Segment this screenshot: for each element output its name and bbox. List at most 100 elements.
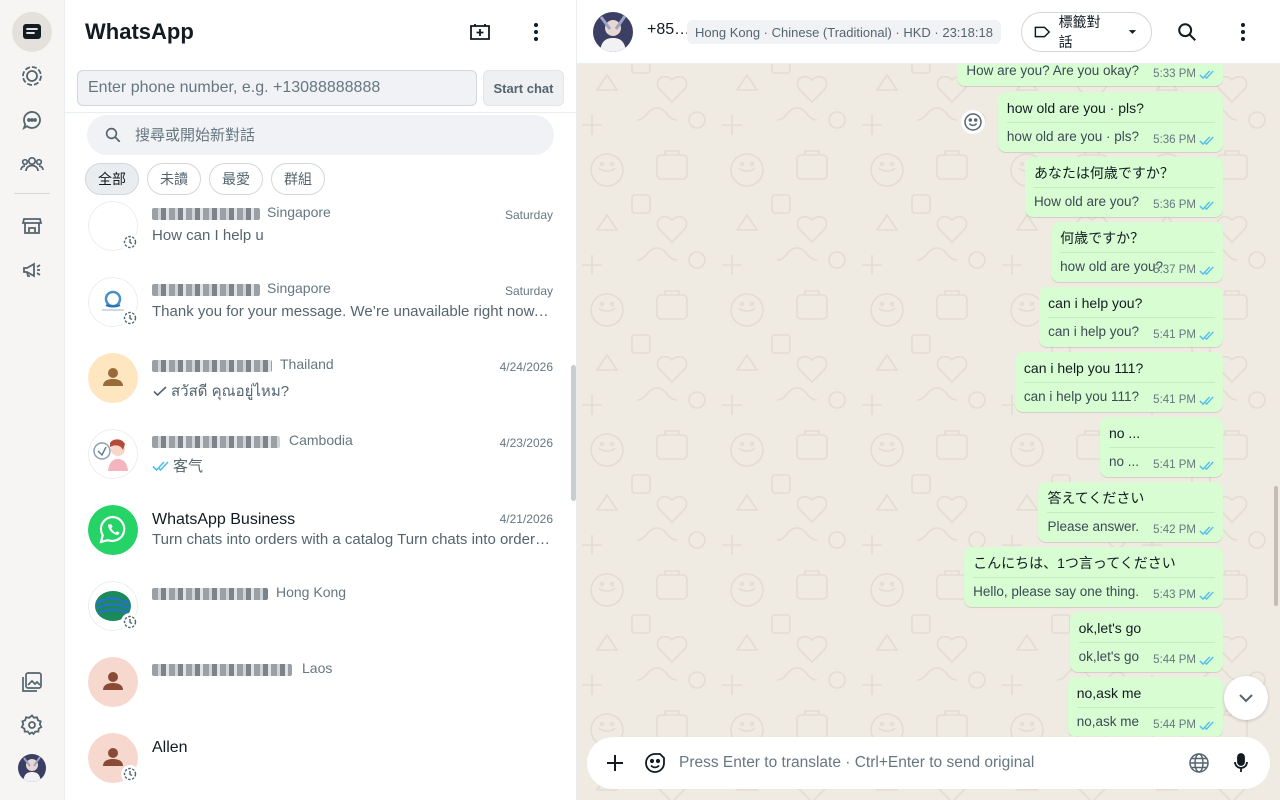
chat-list-scrollbar[interactable] bbox=[571, 365, 576, 501]
message-meta: 5:42 PM bbox=[1153, 524, 1215, 536]
message-time: 5:41 PM bbox=[1153, 329, 1196, 341]
message-separator bbox=[1076, 707, 1215, 708]
redacted-phone bbox=[152, 360, 272, 372]
phone-number-input[interactable] bbox=[77, 70, 477, 106]
message-bubble[interactable]: how old are you · pls? how old are you ·… bbox=[997, 92, 1223, 152]
contact-country: Cambodia bbox=[289, 432, 353, 448]
read-receipt-icon bbox=[1199, 265, 1214, 275]
chat-row[interactable]: Hong Kong bbox=[65, 581, 565, 657]
message-bubble[interactable]: ok,let's go ok,let's go 5:44 PM bbox=[1069, 612, 1223, 672]
conversation-scrollbar[interactable] bbox=[1274, 486, 1278, 606]
nav-rail bbox=[0, 0, 65, 800]
chat-menu-button[interactable] bbox=[1223, 12, 1263, 52]
chevron-down-icon bbox=[1128, 30, 1137, 34]
message-separator bbox=[1047, 512, 1215, 513]
label-chat-button[interactable]: 標籤對話 bbox=[1021, 12, 1152, 52]
message-meta: 5:43 PM bbox=[1153, 589, 1215, 601]
message-text: ok,let's go bbox=[1078, 620, 1142, 636]
voice-message-button[interactable] bbox=[1227, 749, 1255, 777]
message-text: can i help you? bbox=[1048, 295, 1143, 311]
globe-icon bbox=[1189, 753, 1209, 773]
message-bubble[interactable]: 答えてください Please answer. 5:42 PM bbox=[1038, 482, 1223, 542]
chat-row[interactable]: Singapore Saturday Thank you for your me… bbox=[65, 277, 565, 353]
contact-avatar bbox=[88, 505, 138, 555]
message-meta: 5:36 PM bbox=[1153, 199, 1215, 211]
message-time: 5:43 PM bbox=[1153, 589, 1196, 601]
message-input[interactable] bbox=[679, 737, 1179, 789]
redacted-phone bbox=[152, 664, 292, 676]
message-meta: 5:41 PM bbox=[1153, 459, 1215, 471]
message-text: あなたは何歳ですか？ bbox=[1033, 165, 1174, 181]
scroll-to-bottom-button[interactable] bbox=[1224, 676, 1268, 720]
attach-button[interactable] bbox=[601, 749, 629, 777]
settings-nav-button[interactable] bbox=[12, 705, 52, 745]
new-chat-button[interactable] bbox=[460, 12, 500, 52]
message-separator bbox=[1048, 317, 1215, 318]
chat-row[interactable]: WhatsApp Business 4/21/2026 Turn chats i… bbox=[65, 505, 565, 581]
store-icon bbox=[21, 218, 43, 234]
communities-nav-button[interactable] bbox=[12, 144, 52, 184]
chat-row[interactable]: Cambodia 4/23/2026 客气 bbox=[65, 429, 565, 505]
message-bubble[interactable]: no,ask me no,ask me 5:44 PM bbox=[1067, 677, 1223, 736]
chat-preview-text: Thank you for your message. We’re unavai… bbox=[152, 303, 552, 320]
chat-preview: สวัสดี คุณอยู่ไหม? bbox=[152, 379, 552, 403]
chat-row[interactable]: Laos bbox=[65, 657, 565, 733]
contact-avatar bbox=[88, 657, 138, 707]
contact-country: Laos bbox=[302, 660, 333, 676]
profile-avatar[interactable] bbox=[18, 754, 46, 782]
catalog-nav-button[interactable] bbox=[12, 206, 52, 246]
rail-divider bbox=[14, 193, 50, 194]
chat-preview: 客气 bbox=[152, 455, 552, 476]
read-receipt-icon bbox=[1199, 135, 1214, 145]
read-receipt-icon bbox=[1199, 200, 1214, 210]
search-input[interactable] bbox=[135, 115, 535, 155]
message-bubble[interactable]: no ... no ... 5:41 PM bbox=[1099, 417, 1223, 477]
search-chat-button[interactable] bbox=[1167, 12, 1207, 52]
menu-button[interactable] bbox=[516, 12, 556, 52]
chat-preview-text: How can I help u bbox=[152, 227, 264, 244]
broadcast-nav-button[interactable] bbox=[12, 250, 52, 290]
filter-chip-unread[interactable]: 未讀 bbox=[147, 163, 201, 195]
sticker-button[interactable] bbox=[641, 749, 669, 777]
contact-avatar[interactable] bbox=[593, 12, 633, 52]
message-bubble[interactable]: can i help you 111? can i help you 111? … bbox=[1014, 352, 1223, 412]
chat-row[interactable]: Allen bbox=[65, 733, 565, 800]
message-separator bbox=[1078, 642, 1215, 643]
redacted-phone bbox=[152, 588, 268, 600]
contact-name: WhatsApp Business bbox=[152, 511, 296, 528]
message-bubble[interactable]: 何歳ですか？ how old are you? 5:37 PM bbox=[1051, 222, 1223, 282]
message-meta: 5:33 PM bbox=[1153, 68, 1215, 80]
filter-chip-all[interactable]: 全部 bbox=[85, 163, 139, 195]
message-separator bbox=[1006, 122, 1215, 123]
translate-button[interactable] bbox=[1185, 749, 1213, 777]
filter-chip-groups[interactable]: 群組 bbox=[271, 163, 325, 195]
message-bubble[interactable]: can i help you? can i help you? 5:41 PM bbox=[1039, 287, 1223, 347]
chat-row[interactable]: Thailand 4/24/2026 สวัสดี คุณอยู่ไหม? bbox=[65, 353, 565, 429]
conversation-panel: +85… Hong Kong · Chinese (Traditional) ·… bbox=[577, 0, 1280, 800]
message-text: can i help you 111? bbox=[1023, 360, 1144, 376]
message-meta: 5:41 PM bbox=[1153, 394, 1215, 406]
contact-phone[interactable]: +85… bbox=[647, 21, 690, 39]
media-nav-button[interactable] bbox=[12, 662, 52, 702]
channels-nav-button[interactable] bbox=[12, 100, 52, 140]
react-emoji-button[interactable] bbox=[961, 110, 985, 134]
message-separator bbox=[1108, 447, 1215, 448]
message-bubble[interactable]: こんにちは、1つ言ってください Hello, please say one th… bbox=[964, 547, 1223, 607]
read-receipt-icon bbox=[1199, 330, 1214, 340]
sticker-icon bbox=[645, 753, 665, 773]
start-chat-button[interactable]: Start chat bbox=[483, 70, 564, 106]
plus-icon bbox=[607, 755, 623, 771]
chat-preview: Turn chats into orders with a catalog Tu… bbox=[152, 531, 552, 548]
filter-chip-favorites[interactable]: 最愛 bbox=[209, 163, 263, 195]
new-chat-icon bbox=[470, 24, 490, 40]
app-title: WhatsApp bbox=[85, 19, 194, 44]
status-nav-button[interactable] bbox=[12, 56, 52, 96]
read-receipt-icon bbox=[1199, 720, 1214, 730]
chat-row[interactable]: Singapore Saturday How can I help u bbox=[65, 201, 565, 277]
chat-time: Saturday bbox=[504, 284, 553, 298]
message-bubble[interactable]: How are you? Are you okay? 5:33 PM bbox=[957, 64, 1223, 86]
message-text: 答えてください bbox=[1047, 490, 1145, 506]
gear-icon bbox=[20, 714, 43, 736]
chats-nav-button[interactable] bbox=[12, 12, 52, 52]
message-bubble[interactable]: あなたは何歳ですか？ How old are you? 5:36 PM bbox=[1024, 157, 1223, 217]
